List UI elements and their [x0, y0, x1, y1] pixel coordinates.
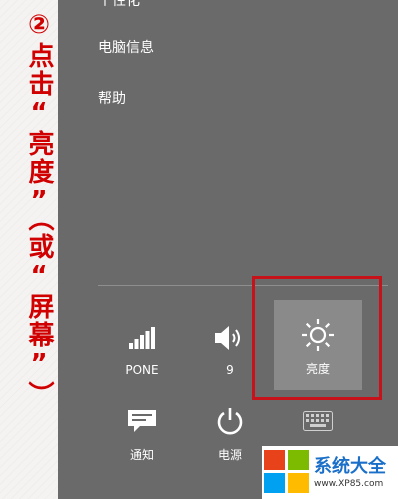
- notification-icon: [128, 404, 156, 438]
- watermark-url: www.XP85.com: [314, 479, 384, 489]
- speaker-icon: [215, 321, 245, 355]
- network-label: PONE: [125, 363, 159, 377]
- instruction-annotation: ②点击“亮度”（或“屏幕”）: [0, 0, 58, 499]
- signal-icon: [129, 321, 155, 355]
- power-icon: [216, 404, 244, 438]
- highlight-box: [252, 276, 382, 400]
- instruction-text: ②点击“亮度”（或“屏幕”）: [24, 10, 54, 409]
- windows-logo-icon: [264, 450, 309, 493]
- menu-item-pc-info[interactable]: 电脑信息: [98, 37, 154, 57]
- notifications-tile[interactable]: 通知: [102, 390, 182, 470]
- menu-item-personalize[interactable]: 个性化: [98, 0, 140, 10]
- watermark-name: 系统大全: [314, 456, 386, 477]
- menu-item-help[interactable]: 帮助: [98, 88, 126, 108]
- keyboard-icon: [303, 404, 333, 438]
- watermark: 系统大全 www.XP85.com: [262, 446, 398, 499]
- network-tile[interactable]: PONE: [102, 303, 182, 383]
- power-label: 电源: [217, 448, 242, 462]
- power-tile[interactable]: 电源: [190, 390, 270, 470]
- volume-label: 9: [226, 363, 234, 377]
- notifications-label: 通知: [129, 448, 154, 462]
- settings-charm-panel: 个性化 电脑信息 帮助 PONE 9 亮度 通知 电源: [58, 0, 398, 499]
